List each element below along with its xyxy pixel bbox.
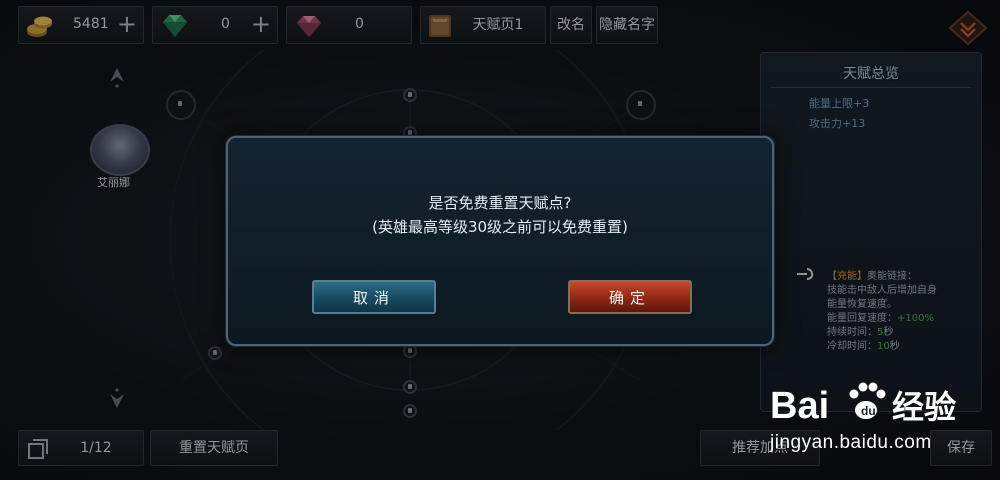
watermark-url: jingyan.baidu.com	[770, 432, 932, 453]
cancel-button[interactable]: 取消	[312, 280, 436, 314]
reset-confirm-dialog: 是否免费重置天赋点? (英雄最高等级30级之前可以免费重置) 取消 确定	[226, 136, 774, 346]
dialog-note: (英雄最高等级30级之前可以免费重置)	[372, 218, 628, 236]
logo-text-jingyan: 经验	[892, 388, 956, 426]
paw-icon: du	[849, 382, 886, 419]
baidu-jingyan-logo: Bai du 经验	[770, 382, 956, 427]
dialog-question: 是否免费重置天赋点?	[428, 194, 572, 212]
confirm-button[interactable]: 确定	[568, 280, 692, 314]
svg-text:du: du	[861, 404, 876, 418]
logo-text-bai: Bai	[770, 385, 829, 427]
